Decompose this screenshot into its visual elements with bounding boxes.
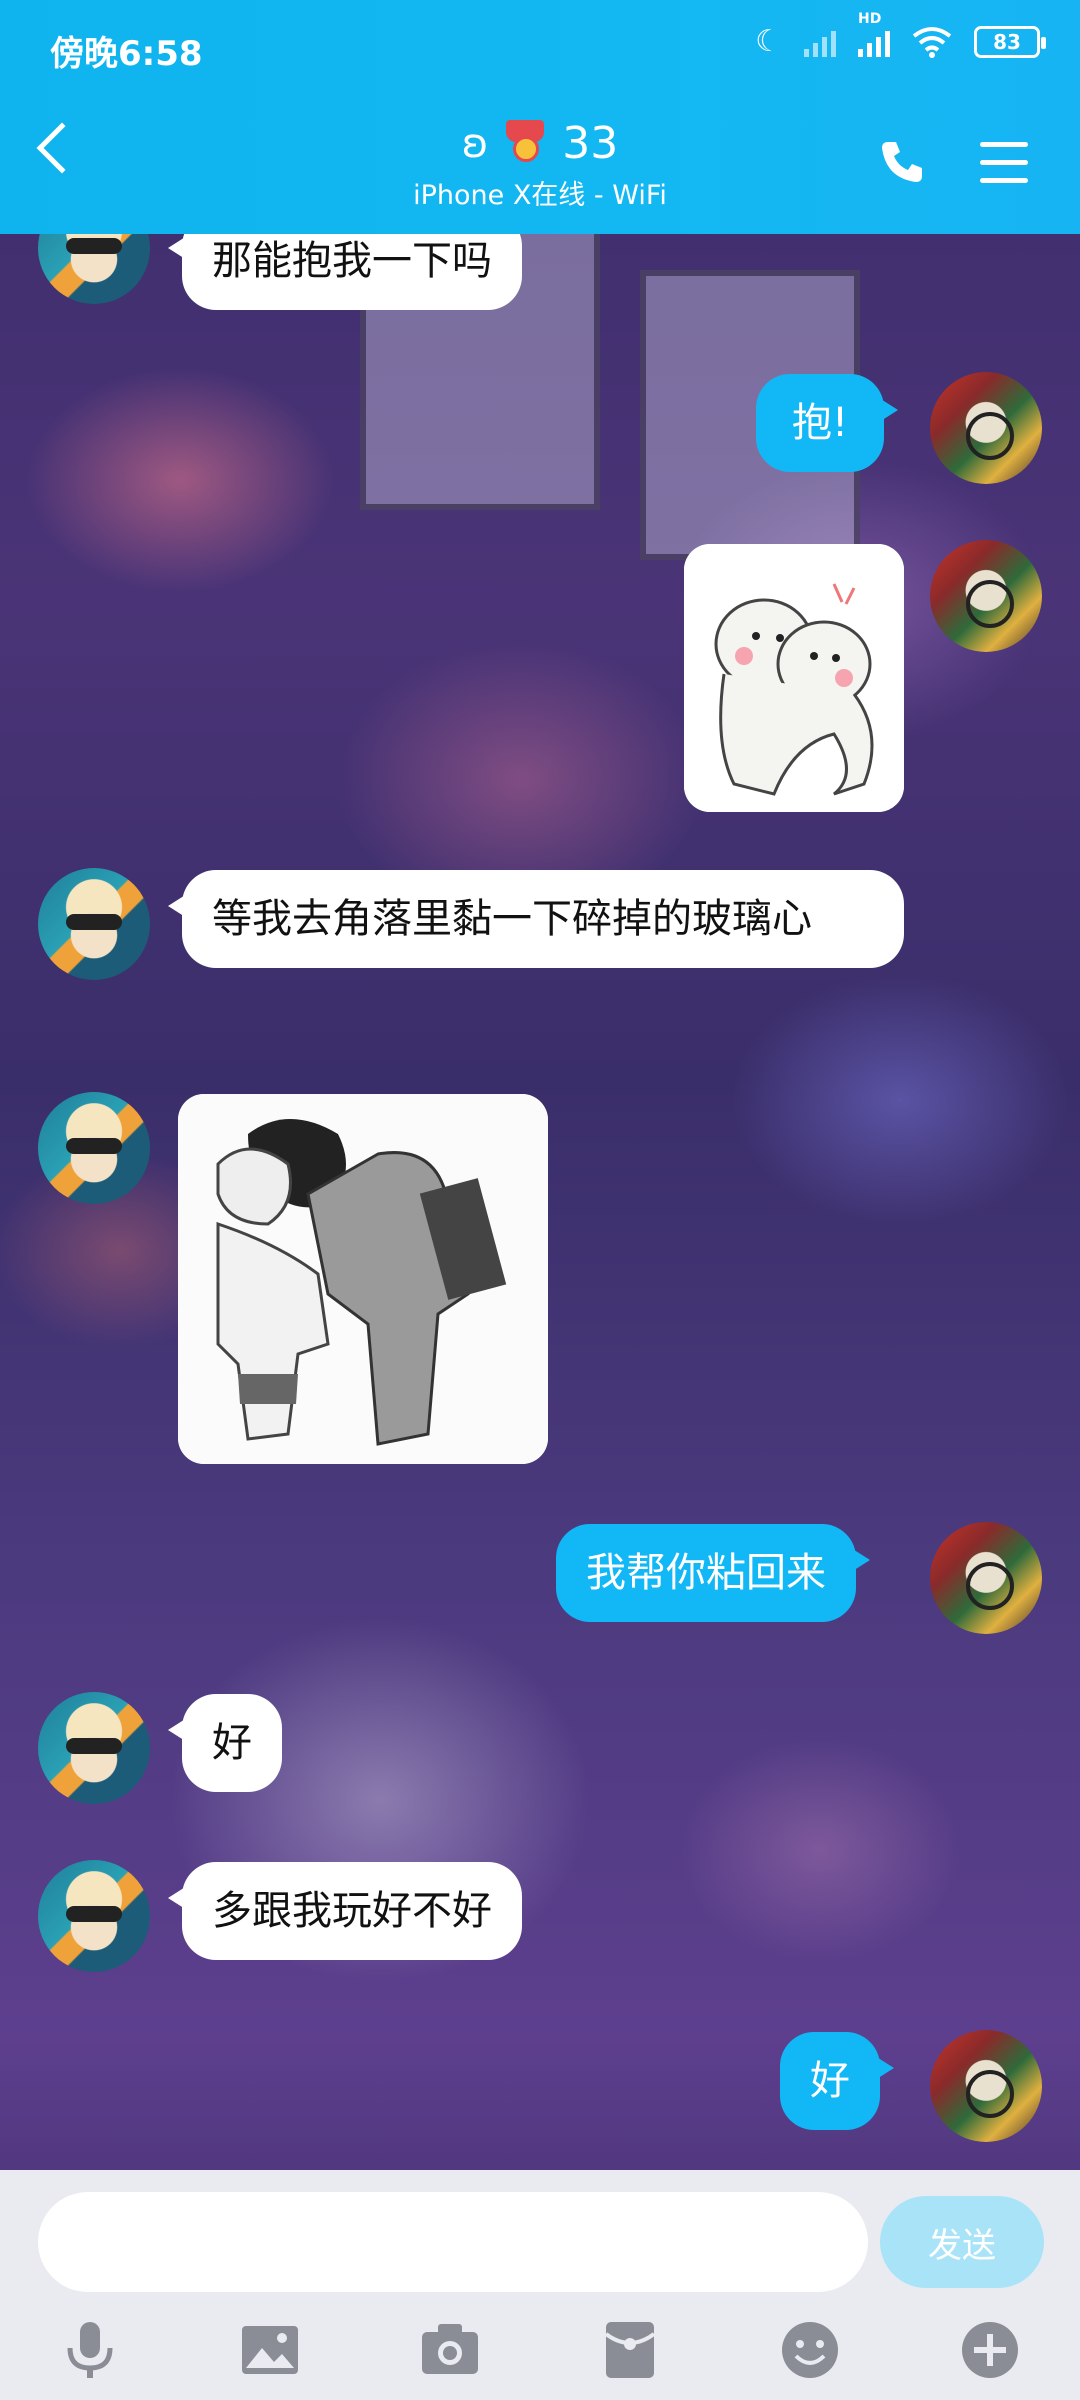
manga-image[interactable] [178,1094,548,1464]
microphone-icon[interactable] [58,2318,122,2382]
message-bubble-outgoing[interactable]: 抱! [756,374,899,472]
my-avatar[interactable] [930,1522,1042,1634]
message-bubble-incoming[interactable]: 多跟我玩好不好 [168,1862,522,1960]
status-time: 傍晚6:58 [50,34,203,74]
battery-icon: 83 [974,25,1046,58]
composer-toolbar [0,2318,1080,2398]
message-list[interactable]: 那能抱我一下吗 抱! 等我去角落里黏一下碎掉的玻璃心 我帮你粘回来 好 多跟我玩… [0,234,1080,2170]
my-avatar[interactable] [930,540,1042,652]
medal-icon [502,119,548,168]
message-bubble-incoming[interactable]: 等我去角落里黏一下碎掉的玻璃心 [168,870,904,968]
wifi-icon [912,26,952,58]
contact-avatar[interactable] [38,868,150,980]
menu-icon[interactable] [980,142,1028,183]
message-bubble-incoming[interactable]: 好 [168,1694,282,1792]
message-bubble-outgoing[interactable]: 我帮你粘回来 [556,1524,870,1622]
composer-bar: 发送 [0,2170,1080,2400]
red-packet-icon[interactable] [598,2318,662,2382]
hug-sticker[interactable] [684,544,904,812]
contact-avatar[interactable] [38,1860,150,1972]
image-icon[interactable] [238,2318,302,2382]
contact-avatar[interactable] [38,234,150,304]
camera-icon[interactable] [418,2318,482,2382]
phone-call-icon[interactable] [878,138,926,186]
message-bubble-outgoing[interactable]: 好 [780,2032,894,2130]
battery-level: 83 [993,29,1021,54]
ear-icon: ʚ [461,120,489,167]
message-bubble-incoming[interactable]: 那能抱我一下吗 [168,234,522,310]
signal-icon [804,27,836,57]
my-avatar[interactable] [930,372,1042,484]
network-label: HD [858,10,882,27]
contact-name: 33 [562,118,619,169]
contact-avatar[interactable] [38,1092,150,1204]
message-input[interactable] [38,2192,868,2292]
status-icons: ☾ HD 83 [755,11,1046,59]
emoji-icon[interactable] [778,2318,842,2382]
contact-avatar[interactable] [38,1692,150,1804]
chat-header: 傍晚6:58 ☾ HD 83 ʚ 33 iPhone X在线 - WiFi [0,0,1080,234]
my-avatar[interactable] [930,2030,1042,2142]
plus-icon[interactable] [958,2318,1022,2382]
moon-icon: ☾ [755,24,782,59]
hd-signal-icon: HD [858,11,890,57]
send-button[interactable]: 发送 [880,2196,1044,2288]
